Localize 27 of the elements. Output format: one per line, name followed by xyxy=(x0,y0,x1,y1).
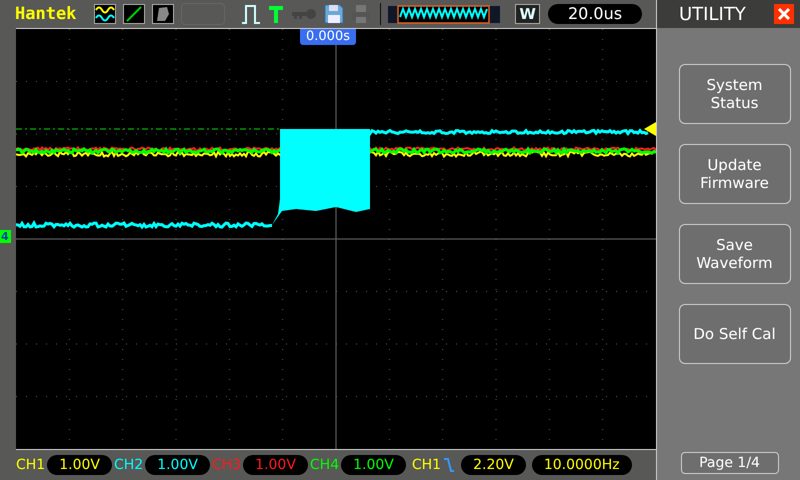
channel-label: CH4 xyxy=(310,457,340,473)
channel-label: CH2 xyxy=(114,457,144,473)
pulse-icon[interactable] xyxy=(241,3,262,25)
brand-logo: Hantek xyxy=(15,4,76,24)
channel-scale: 1.00V xyxy=(341,455,406,475)
menu-title: UTILITY xyxy=(679,4,746,24)
channel-scale: 1.00V xyxy=(145,455,210,475)
menu-button[interactable]: Save Waveform xyxy=(678,224,790,284)
frequency-readout: 10.0000Hz xyxy=(532,455,632,475)
channel-label: CH1 xyxy=(16,457,46,473)
channel-label: CH3 xyxy=(212,457,242,473)
trigger-source: CH1 xyxy=(412,457,442,473)
menu-button[interactable]: System Status xyxy=(678,64,790,124)
menu-button[interactable]: Do Self Cal xyxy=(678,304,790,364)
window-mode-key[interactable]: W xyxy=(515,4,540,24)
trigger-position-marker[interactable]: 0.000s xyxy=(300,29,356,45)
time-base-readout: 20.0us xyxy=(548,4,642,24)
trigger-level-readout: 2.20V xyxy=(461,455,526,475)
waveform-icon[interactable] xyxy=(94,4,116,24)
falling-edge-icon xyxy=(443,457,456,473)
trigger-t-icon[interactable] xyxy=(268,4,284,24)
channel-scale: 1.00V xyxy=(243,455,308,475)
channel-marker: 4 xyxy=(0,230,11,243)
channel-scale: 1.00V xyxy=(47,455,112,475)
page-button[interactable]: Page 1/4 xyxy=(680,452,778,474)
menu-button[interactable]: Update Firmware xyxy=(678,144,790,204)
close-icon[interactable] xyxy=(774,4,794,24)
